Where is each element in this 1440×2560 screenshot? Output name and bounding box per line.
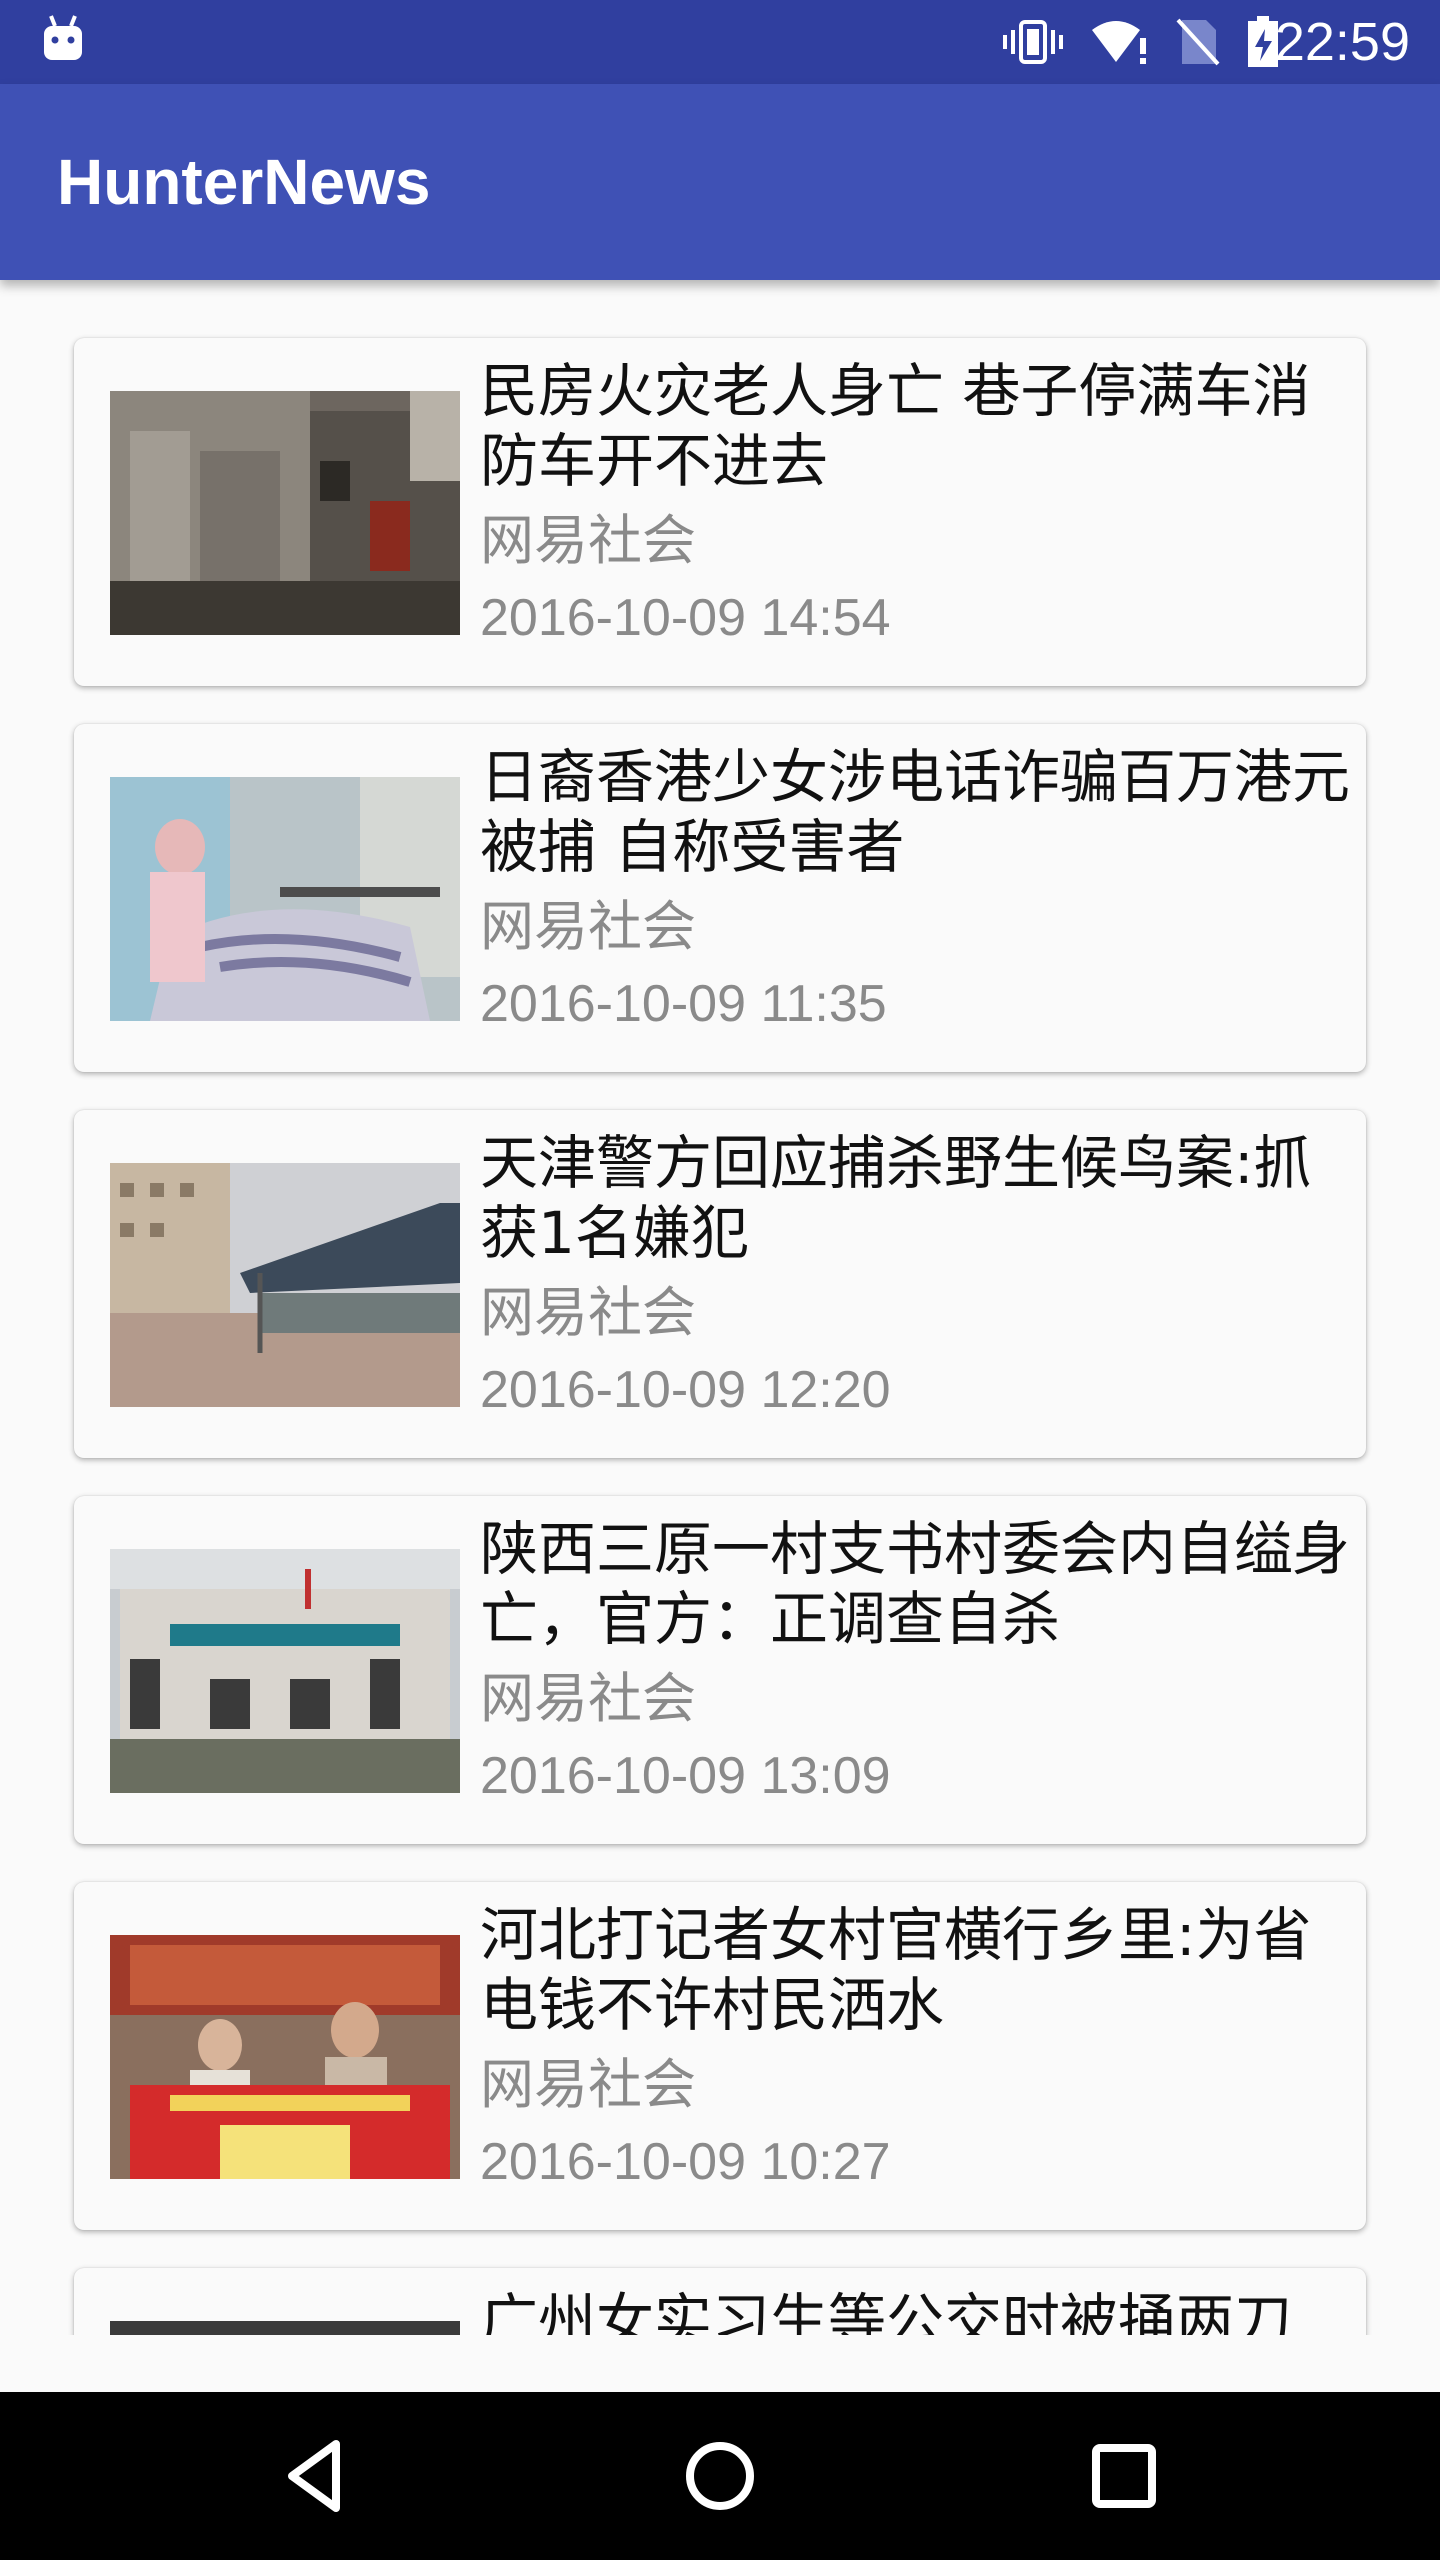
news-time: 2016-10-09 12:20 [480,1361,891,1419]
news-time: 2016-10-09 13:09 [480,1747,891,1805]
news-time: 2016-10-09 14:54 [480,589,891,647]
home-icon[interactable] [678,2434,762,2518]
news-card[interactable]: 广州女实习生等公交时被捅两刀 [74,2268,1366,2335]
news-title: 陕西三原一村支书村委会内自缢身亡，官方：正调查自杀 [480,1515,1351,1653]
news-source: 网易社会 [480,1281,696,1344]
wifi-icon [1092,21,1146,64]
news-title: 民房火灾老人身亡 巷子停满车消防车开不进去 [480,357,1311,495]
news-thumbnail [110,2321,460,2335]
news-source: 网易社会 [480,509,696,572]
status-bar: 22:59 [0,0,1440,84]
news-title: 广州女实习生等公交时被捅两刀 [480,2287,1293,2335]
app-title: HunterNews [57,146,431,218]
news-card[interactable]: 天津警方回应捕杀野生候鸟案:抓获1名嫌犯 网易社会 2016-10-09 12:… [74,1110,1366,1458]
news-card[interactable]: 民房火灾老人身亡 巷子停满车消防车开不进去 网易社会 2016-10-09 14… [74,338,1366,686]
news-source: 网易社会 [480,2053,696,2116]
status-clock: 22:59 [1274,12,1410,72]
vibrate-icon [1003,20,1063,64]
news-card[interactable]: 陕西三原一村支书村委会内自缢身亡，官方：正调查自杀 网易社会 2016-10-0… [74,1496,1366,1844]
back-icon[interactable] [274,2434,358,2518]
news-source: 网易社会 [480,1667,696,1730]
app-bar: HunterNews [0,84,1440,280]
navigation-bar [0,2392,1440,2560]
news-thumbnail [110,391,460,635]
no-sim-icon [1176,18,1220,66]
news-title: 日裔香港少女涉电话诈骗百万港元被捕 自称受害者 [480,743,1351,881]
news-time: 2016-10-09 10:27 [480,2133,891,2191]
news-card[interactable]: 日裔香港少女涉电话诈骗百万港元被捕 自称受害者 网易社会 2016-10-09 … [74,724,1366,1072]
news-card[interactable]: 河北打记者女村官横行乡里:为省电钱不许村民洒水 网易社会 2016-10-09 … [74,1882,1366,2230]
news-title: 河北打记者女村官横行乡里:为省电钱不许村民洒水 [480,1901,1312,2039]
news-time: 2016-10-09 11:35 [480,975,887,1033]
android-icon [44,15,82,60]
news-title: 天津警方回应捕杀野生候鸟案:抓获1名嫌犯 [480,1129,1312,1267]
news-thumbnail [110,1549,460,1793]
news-thumbnail [110,777,460,1021]
recents-icon[interactable] [1082,2434,1166,2518]
news-thumbnail [110,1935,460,2179]
news-thumbnail [110,1163,460,1407]
news-source: 网易社会 [480,895,696,958]
news-list[interactable]: 民房火灾老人身亡 巷子停满车消防车开不进去 网易社会 2016-10-09 14… [0,280,1440,2335]
